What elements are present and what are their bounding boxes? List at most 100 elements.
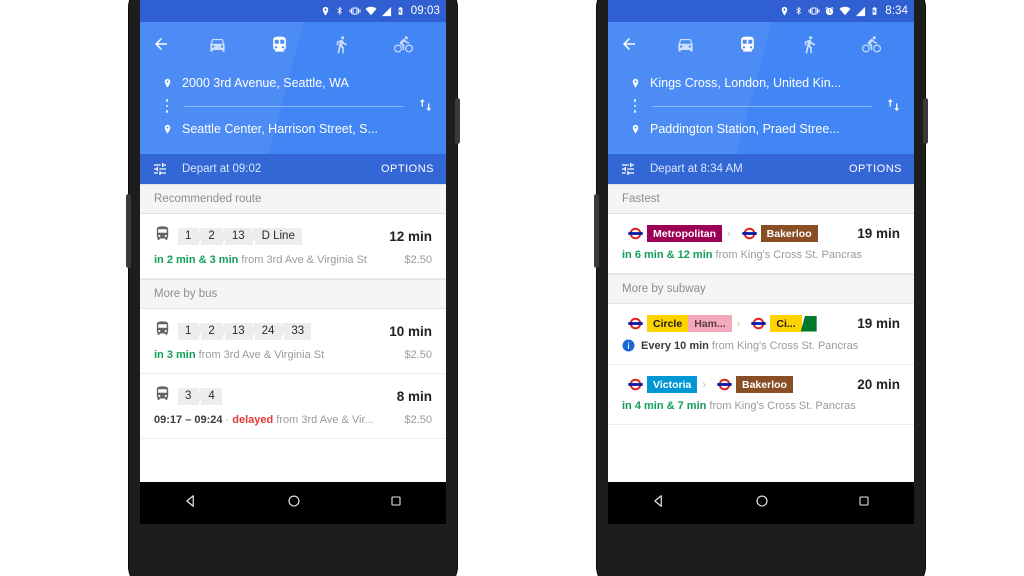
wifi-icon — [365, 5, 377, 17]
origin-text[interactable]: Kings Cross, London, United Kin... — [650, 76, 902, 90]
line-badge[interactable]: Bakerloo — [760, 225, 818, 242]
options-button[interactable]: OPTIONS — [381, 163, 434, 175]
endpoint-connector — [140, 98, 446, 114]
origin-row[interactable]: 2000 3rd Avenue, Seattle, WA — [140, 68, 446, 98]
battery-icon — [870, 5, 879, 17]
route-row[interactable]: Metropolitan › Bakerloo 19 min in 6 min & 12… — [608, 214, 914, 274]
line-badge[interactable]: Metropolitan — [647, 225, 722, 242]
travel-mode-driving[interactable] — [668, 29, 702, 59]
depart-time-label[interactable]: Depart at 09:02 — [182, 163, 381, 175]
line-badge[interactable]: Bakerloo — [736, 376, 793, 393]
bluetooth-icon — [335, 6, 345, 16]
bus-mode-icon — [154, 320, 171, 342]
leg-separator-icon: › — [736, 317, 741, 330]
info-icon — [622, 339, 635, 352]
bus-chip[interactable]: 13 — [224, 322, 252, 340]
line-badge[interactable]: Ham... — [688, 315, 732, 332]
travel-mode-walking[interactable] — [324, 29, 358, 59]
leg-separator-icon: › — [702, 378, 706, 391]
tfl-roundel-icon — [628, 227, 643, 240]
line-badge[interactable]: Circle — [647, 315, 689, 332]
options-button[interactable]: OPTIONS — [849, 163, 902, 175]
bus-chip[interactable]: 4 — [201, 387, 222, 405]
route-line-badges: Victoria › Bakerloo — [622, 376, 851, 393]
bus-chip[interactable]: 3 — [178, 387, 199, 405]
destination-row[interactable]: Seattle Center, Harrison Street, S... — [140, 114, 446, 144]
bus-chip[interactable]: 2 — [201, 322, 222, 340]
endpoint-connector — [608, 98, 914, 114]
route-results: Recommended route 1 2 13 D Line 12 min in 2 mi… — [140, 184, 446, 482]
travel-mode-driving[interactable] — [200, 29, 234, 59]
tune-icon[interactable] — [620, 161, 650, 177]
route-duration: 12 min — [389, 228, 432, 244]
power-button[interactable] — [923, 98, 928, 144]
swap-endpoints-button[interactable] — [882, 92, 904, 118]
back-button[interactable] — [152, 35, 182, 53]
tfl-roundel-icon — [628, 378, 643, 391]
nav-back-icon[interactable] — [182, 492, 200, 515]
route-fare: $2.50 — [404, 254, 432, 266]
transit-leg: Metropolitan — [628, 225, 722, 242]
travel-mode-cycling[interactable] — [854, 29, 888, 59]
origin-text[interactable]: 2000 3rd Avenue, Seattle, WA — [182, 76, 434, 90]
bus-chip[interactable]: 13 — [224, 227, 252, 245]
destination-row[interactable]: Paddington Station, Praed Stree... — [608, 114, 914, 144]
route-row[interactable]: Victoria › Bakerloo 20 min in 4 min & 7 min … — [608, 365, 914, 425]
travel-mode-walking[interactable] — [792, 29, 826, 59]
tune-icon[interactable] — [152, 161, 182, 177]
route-row[interactable]: 34 8 min 09:17 – 09:24 · delayed from 3rd … — [140, 374, 446, 439]
nav-home-icon[interactable] — [285, 492, 303, 515]
route-summary: 34 8 min — [154, 385, 432, 407]
bus-chip[interactable]: 24 — [254, 322, 282, 340]
bus-number-chips: 34 — [178, 387, 222, 405]
travel-mode-transit[interactable] — [262, 29, 296, 59]
travel-mode-tabs — [182, 29, 434, 59]
destination-text[interactable]: Seattle Center, Harrison Street, S... — [182, 122, 434, 136]
route-summary: Circle Ham... › Ci... 19 min — [622, 315, 900, 332]
bus-number-chips: 1 2 13 24 33 — [178, 322, 312, 340]
destination-text[interactable]: Paddington Station, Praed Stree... — [650, 122, 902, 136]
route-fare: $2.50 — [404, 414, 432, 426]
nav-home-icon[interactable] — [753, 492, 771, 515]
vibrate-icon — [808, 5, 820, 17]
origin-row[interactable]: Kings Cross, London, United Kin... — [608, 68, 914, 98]
bus-chip[interactable]: 1 — [178, 322, 199, 340]
bus-chip[interactable]: 33 — [284, 322, 312, 340]
bus-chip[interactable]: D Line — [254, 227, 302, 245]
swap-endpoints-button[interactable] — [414, 92, 436, 118]
route-fare: $2.50 — [404, 349, 432, 361]
back-button[interactable] — [620, 35, 650, 53]
route-row[interactable]: Circle Ham... › Ci... 19 min Every 10 min fro… — [608, 304, 914, 365]
line-badge[interactable]: Ci... — [770, 315, 802, 332]
nav-recents-icon[interactable] — [856, 493, 872, 514]
alarm-icon — [824, 6, 835, 17]
route-detail-origin: from 3rd Ave & Virginia St — [195, 349, 325, 361]
route-detail-origin: from 3rd Ave & Vir... — [273, 414, 374, 426]
bus-chip[interactable]: 2 — [201, 227, 222, 245]
section-header: More by subway — [608, 274, 914, 304]
travel-mode-transit[interactable] — [730, 29, 764, 59]
route-line-badges: Circle Ham... › Ci... — [622, 315, 851, 332]
route-detail-text: in 2 min & 3 min from 3rd Ave & Virginia… — [154, 254, 398, 266]
nav-back-icon[interactable] — [650, 492, 668, 515]
volume-button[interactable] — [126, 194, 131, 268]
phone-screen-right: 8:34 Kings Cross, London, United Kin... Pa… — [608, 0, 914, 524]
status-bar-clock: 8:34 — [885, 5, 908, 17]
route-detail: in 2 min & 3 min from 3rd Ave & Virginia… — [154, 254, 432, 266]
route-delay-badge: delayed — [232, 414, 274, 426]
route-row[interactable]: 1 2 13 D Line 12 min in 2 min & 3 min from 3r… — [140, 214, 446, 279]
route-detail-highlight: in 6 min & 12 min — [622, 249, 713, 261]
route-duration: 10 min — [389, 323, 432, 339]
power-button[interactable] — [455, 98, 460, 144]
route-header: 2000 3rd Avenue, Seattle, WA Seattle Cent… — [140, 22, 446, 154]
vibrate-icon — [349, 5, 361, 17]
travel-mode-cycling[interactable] — [386, 29, 420, 59]
travel-mode-tabs — [650, 29, 902, 59]
depart-time-label[interactable]: Depart at 8:34 AM — [650, 163, 849, 175]
route-row[interactable]: 1 2 13 24 33 10 min in 3 min from 3rd Ave & Vi… — [140, 309, 446, 374]
volume-button[interactable] — [594, 194, 599, 268]
nav-recents-icon[interactable] — [388, 493, 404, 514]
line-badge[interactable]: Victoria — [647, 376, 698, 393]
section-header: Recommended route — [140, 184, 446, 214]
bus-chip[interactable]: 1 — [178, 227, 199, 245]
